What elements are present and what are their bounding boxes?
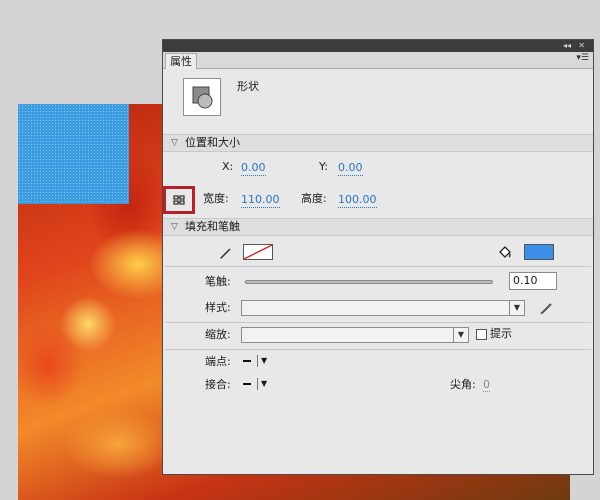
- divider: [165, 322, 591, 323]
- width-value[interactable]: 110.00: [241, 193, 280, 208]
- section-title: 位置和大小: [185, 136, 240, 149]
- y-value[interactable]: 0.00: [338, 161, 363, 176]
- style-label: 样式:: [205, 301, 231, 314]
- line-cap-icon: [243, 360, 251, 362]
- chevron-down-icon: ▼: [453, 328, 468, 342]
- cap-label: 端点:: [205, 355, 231, 368]
- stroke-width-input[interactable]: 0.10: [509, 272, 557, 290]
- hint-label: 提示: [490, 327, 512, 340]
- separator: [257, 355, 258, 367]
- shape-type-label: 形状: [237, 80, 259, 93]
- collapse-icon[interactable]: ◂◂: [563, 40, 571, 52]
- chevron-down-icon: ▼: [261, 379, 268, 388]
- panel-titlebar[interactable]: ◂◂ ✕: [163, 40, 593, 52]
- edit-style-pencil-icon[interactable]: [539, 301, 555, 315]
- shape-preview-icon: [183, 78, 221, 116]
- hint-checkbox[interactable]: [476, 329, 487, 340]
- width-label: 宽度:: [203, 192, 229, 205]
- blue-rectangle-shape[interactable]: [18, 104, 129, 204]
- separator: [257, 378, 258, 390]
- paint-bucket-icon[interactable]: [497, 244, 513, 260]
- style-dropdown[interactable]: ▼: [241, 300, 525, 316]
- link-ratio-icon[interactable]: [171, 192, 187, 208]
- y-label: Y:: [319, 160, 328, 173]
- collapse-triangle-icon: ▽: [171, 138, 178, 148]
- scale-dropdown[interactable]: ▼: [241, 327, 469, 343]
- chevron-down-icon: ▼: [509, 301, 524, 315]
- stroke-width-slider[interactable]: [245, 280, 493, 284]
- join-label: 接合:: [205, 378, 231, 391]
- tab-properties[interactable]: 属性: [165, 53, 197, 69]
- miter-value: 0: [483, 378, 490, 392]
- chevron-down-icon: ▼: [261, 356, 268, 365]
- x-label: X:: [222, 160, 234, 173]
- pencil-icon[interactable]: [219, 246, 233, 260]
- scale-label: 缩放:: [205, 328, 231, 341]
- cap-dropdown[interactable]: ▼: [243, 354, 275, 368]
- divider: [165, 349, 591, 350]
- divider: [165, 266, 591, 267]
- section-fill-stroke[interactable]: ▽ 填充和笔触: [163, 218, 593, 236]
- miter-label: 尖角:: [450, 378, 476, 391]
- section-title: 填充和笔触: [185, 220, 240, 233]
- line-join-icon: [243, 383, 251, 385]
- height-value[interactable]: 100.00: [338, 193, 377, 208]
- properties-panel: ◂◂ ✕ 属性 ▾☰ 形状 ▽ 位置和大小 X: 0.00 Y: 0.00 宽度…: [162, 39, 594, 475]
- panel-menu-icon[interactable]: ▾☰: [576, 53, 589, 63]
- x-value[interactable]: 0.00: [241, 161, 266, 176]
- stroke-color-swatch[interactable]: [243, 244, 273, 260]
- height-label: 高度:: [301, 192, 327, 205]
- collapse-triangle-icon: ▽: [171, 222, 178, 232]
- fill-color-swatch[interactable]: [524, 244, 554, 260]
- panel-tabbar: 属性 ▾☰: [163, 52, 593, 69]
- join-dropdown[interactable]: ▼: [243, 377, 275, 391]
- section-position-size[interactable]: ▽ 位置和大小: [163, 134, 593, 152]
- stroke-width-label: 笔触:: [205, 275, 231, 288]
- close-icon[interactable]: ✕: [578, 40, 585, 52]
